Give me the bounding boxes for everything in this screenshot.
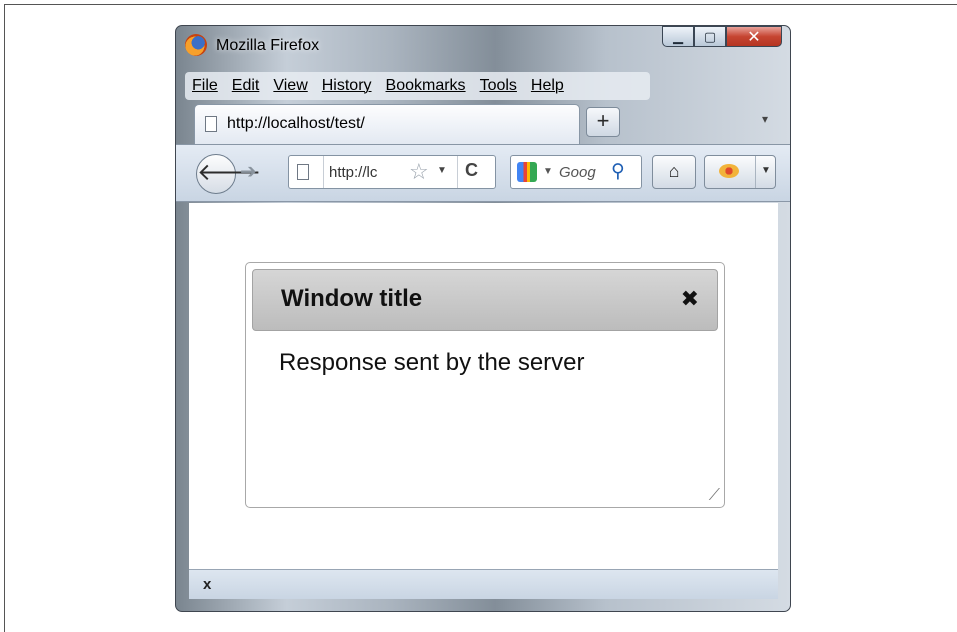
minimize-button[interactable]: ▁ bbox=[662, 26, 694, 47]
maximize-button[interactable]: ▢ bbox=[694, 26, 726, 47]
url-divider bbox=[323, 156, 324, 188]
navigation-toolbar: 🡐 ➔ http://lc ☆ ▼ C ▼ Goog ⚲ ⌂ ▼ bbox=[176, 144, 790, 202]
forward-button[interactable]: ➔ bbox=[240, 159, 257, 184]
new-tab-button[interactable]: + bbox=[586, 107, 620, 137]
status-bar: x bbox=[189, 569, 778, 599]
ladybug-icon bbox=[719, 164, 739, 178]
back-button[interactable]: 🡐 bbox=[196, 154, 261, 194]
tab-list-icon[interactable]: ▾ bbox=[762, 112, 768, 126]
search-input[interactable]: Goog bbox=[559, 164, 603, 181]
resize-handle-icon[interactable]: ⟋ bbox=[709, 487, 720, 505]
search-engine-dropdown-icon[interactable]: ▼ bbox=[543, 166, 553, 177]
addon-dropdown-icon[interactable]: ▼ bbox=[761, 165, 771, 176]
title-bar: Mozilla Firefox ▁ ▢ ✕ bbox=[176, 26, 790, 66]
reload-icon[interactable]: C bbox=[465, 160, 478, 181]
dialog-title: Window title bbox=[281, 285, 423, 312]
menu-bookmarks[interactable]: Bookmarks bbox=[379, 77, 473, 95]
url-input[interactable]: http://lc bbox=[329, 164, 383, 181]
dialog-body-text: Response sent by the server bbox=[279, 349, 585, 376]
close-status-icon[interactable]: x bbox=[203, 576, 211, 593]
dialog-header[interactable]: Window title ✖ bbox=[252, 269, 718, 331]
menu-tools[interactable]: Tools bbox=[473, 77, 524, 95]
url-bar[interactable]: http://lc ☆ ▼ C bbox=[288, 155, 496, 189]
window-controls: ▁ ▢ ✕ bbox=[662, 26, 782, 47]
tab-label: http://localhost/test/ bbox=[227, 115, 365, 132]
history-dropdown-icon[interactable]: ▼ bbox=[437, 165, 447, 176]
page-icon bbox=[297, 164, 309, 180]
menu-view[interactable]: View bbox=[266, 77, 314, 95]
bookmark-star-icon[interactable]: ☆ bbox=[409, 159, 429, 185]
tab-bar: http://localhost/test/ + ▾ bbox=[176, 104, 790, 144]
menu-bar: File Edit View History Bookmarks Tools H… bbox=[185, 72, 650, 100]
search-icon[interactable]: ⚲ bbox=[611, 160, 625, 183]
menu-history[interactable]: History bbox=[315, 77, 379, 95]
page-icon bbox=[205, 116, 217, 132]
close-window-button[interactable]: ✕ bbox=[726, 26, 782, 47]
google-icon[interactable] bbox=[517, 162, 537, 182]
firefox-window: Mozilla Firefox ▁ ▢ ✕ File Edit View His… bbox=[175, 25, 791, 612]
menu-file[interactable]: File bbox=[185, 77, 225, 95]
addon-button[interactable]: ▼ bbox=[704, 155, 776, 189]
close-icon[interactable]: ✖ bbox=[681, 286, 699, 312]
search-bar[interactable]: ▼ Goog ⚲ bbox=[510, 155, 642, 189]
page-content: Window title ✖ Response sent by the serv… bbox=[189, 203, 778, 569]
tab-active[interactable]: http://localhost/test/ bbox=[194, 104, 580, 144]
dialog-window: Window title ✖ Response sent by the serv… bbox=[245, 262, 725, 508]
menu-edit[interactable]: Edit bbox=[225, 77, 267, 95]
addon-divider bbox=[755, 156, 756, 188]
window-title: Mozilla Firefox bbox=[216, 37, 320, 54]
home-button[interactable]: ⌂ bbox=[652, 155, 696, 189]
url-divider bbox=[457, 156, 458, 188]
menu-help[interactable]: Help bbox=[524, 77, 571, 95]
firefox-icon[interactable] bbox=[185, 34, 207, 56]
